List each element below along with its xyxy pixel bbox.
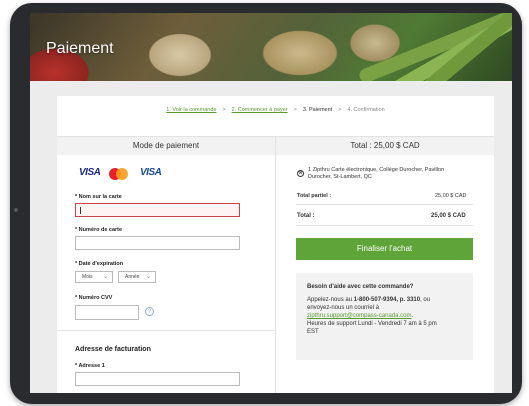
cvv-input[interactable] xyxy=(75,305,139,320)
card-number-label: * Numéro de carte xyxy=(75,227,123,233)
help-phone-suffix: , ou xyxy=(420,297,431,303)
expiry-label: * Date d'expiration xyxy=(75,261,124,267)
breadcrumb-step-3: 3. Paiement xyxy=(302,107,333,113)
breadcrumb-step-2[interactable]: 2. Commencer à payer xyxy=(232,107,288,113)
help-phone-line: Appelez-nous au 1-800-507-9394, p. 3310,… xyxy=(307,297,430,304)
visa-logo: VISA xyxy=(79,167,101,178)
year-select-value: Année xyxy=(125,274,140,280)
help-phone-prefix: Appelez-nous au xyxy=(307,297,354,303)
help-email-intro: envoyez-nous un courriel à xyxy=(307,305,380,311)
divider xyxy=(57,330,275,331)
hero-banner: Paiement xyxy=(30,13,512,81)
cvv-label: * Numéro CVV xyxy=(75,295,113,301)
breadcrumb-separator: > xyxy=(338,107,342,113)
breadcrumb: 1. Voir la commande >2. Commencer à payer… xyxy=(57,107,494,113)
month-select-value: Mois xyxy=(82,274,93,280)
help-title: Besoin d'aide avec cette commande? xyxy=(307,284,414,290)
breadcrumb-separator: > xyxy=(222,107,226,113)
breadcrumb-separator: > xyxy=(293,107,297,113)
mastercard-logo xyxy=(109,168,128,180)
help-icon[interactable]: ? xyxy=(145,307,154,316)
payment-method-heading: Mode de paiement xyxy=(57,137,275,155)
billing-address-heading: Adresse de facturation xyxy=(75,346,151,353)
card-name-input[interactable] xyxy=(75,203,240,217)
divider xyxy=(296,204,473,205)
help-phone-number: 1-800-507-9394, p. 3310 xyxy=(353,297,421,303)
remove-item-icon[interactable]: ⊗ xyxy=(297,170,304,177)
order-item-line2: Durocher, St-Lambert, QC xyxy=(308,174,372,180)
help-email-suffix: . xyxy=(411,313,414,319)
page-title: Paiement xyxy=(46,40,114,57)
help-email-link[interactable]: zipthru.support@compass-canada.com xyxy=(307,313,411,319)
finalize-purchase-button[interactable]: Finaliser l'achat xyxy=(296,238,473,260)
visa-debit-logo: VISA xyxy=(140,167,162,178)
screen: Paiement 1. Voir la commande >2. Commence… xyxy=(30,13,512,393)
column-divider xyxy=(275,137,276,393)
checkout-card: 1. Voir la commande >2. Commencer à payer… xyxy=(57,96,494,393)
order-item-line1: 1 Zipthru Carte électronique, Collège Du… xyxy=(308,167,445,173)
subtotal-label: Total partiel : xyxy=(297,193,332,199)
divider xyxy=(296,225,473,226)
chevron-down-icon: ⌄ xyxy=(145,274,151,280)
help-email-line: zipthru.support@compass-canada.com. xyxy=(307,313,413,320)
address1-input[interactable] xyxy=(75,372,240,386)
breadcrumb-step-1[interactable]: 1. Voir la commande xyxy=(166,107,216,113)
card-name-label: * Nom sur la carte xyxy=(75,194,122,200)
total-label: Total : xyxy=(297,213,315,219)
help-hours-line1: Heures de support Lundi - Vendredi 7 am … xyxy=(307,321,437,327)
expiry-year-select[interactable]: Année ⌄ xyxy=(118,271,156,283)
card-number-input[interactable] xyxy=(75,236,240,250)
expiry-month-select[interactable]: Mois ⌄ xyxy=(75,271,113,283)
chevron-down-icon: ⌄ xyxy=(102,274,108,280)
breadcrumb-step-4: 4. Confirmation xyxy=(347,107,385,113)
subtotal-value: 25,00 $ CAD xyxy=(435,193,467,199)
camera-dot xyxy=(14,208,18,212)
help-hours-line2: EST xyxy=(307,329,319,335)
address1-label: * Adresse 1 xyxy=(75,363,105,369)
order-total-heading: Total : 25,00 $ CAD xyxy=(276,137,494,155)
total-value: 25,00 $ CAD xyxy=(431,213,466,219)
